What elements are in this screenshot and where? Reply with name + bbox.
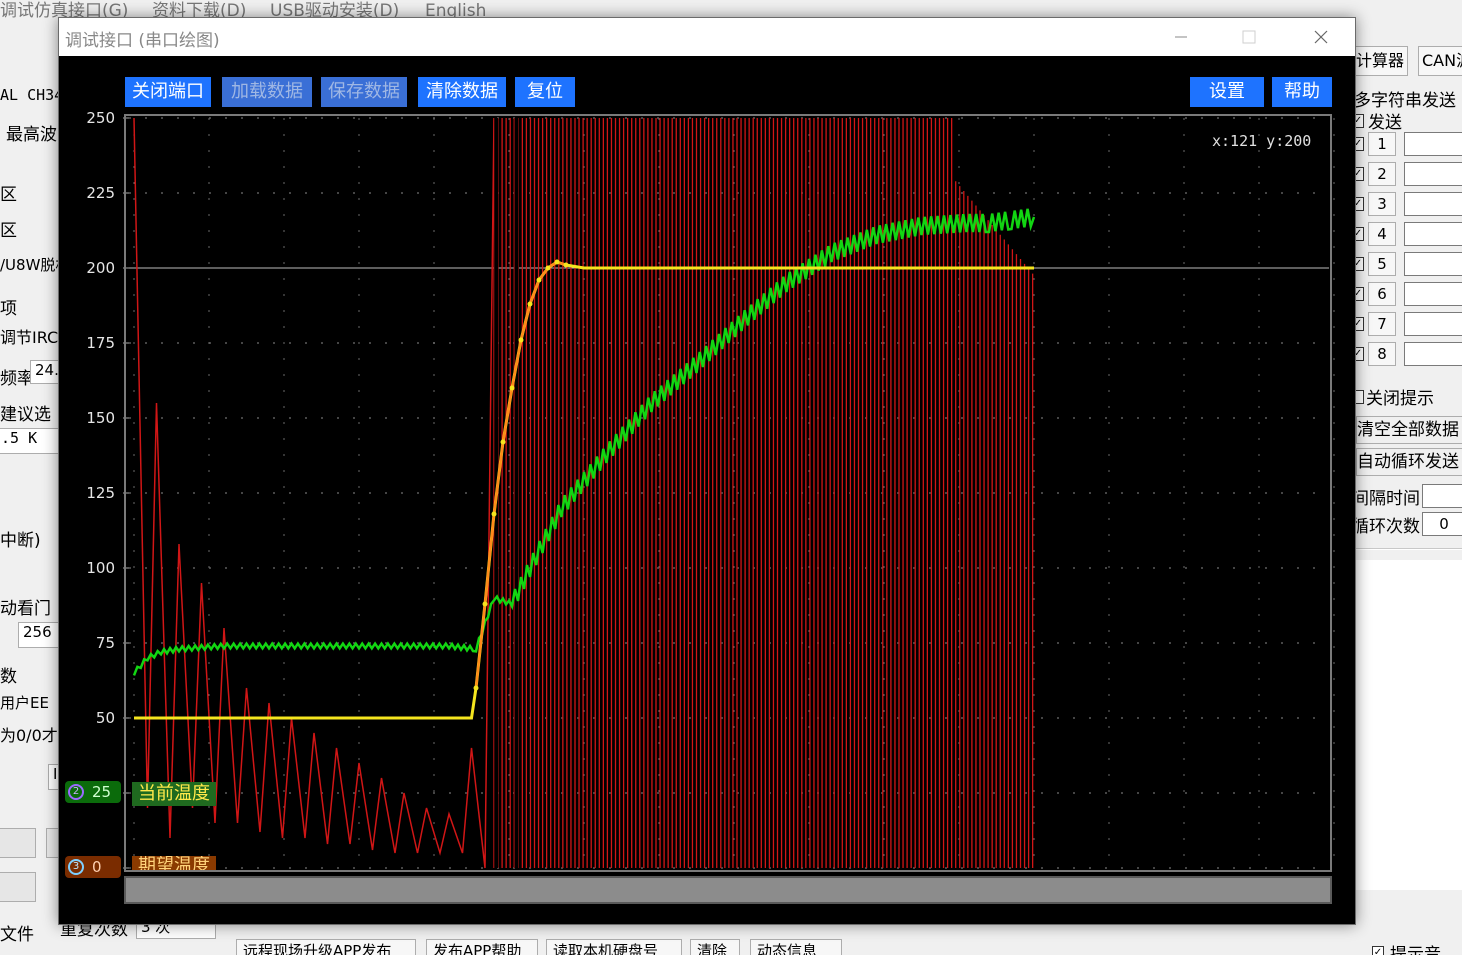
row-checkbox[interactable]: ✓: [1356, 167, 1364, 181]
row-send-button[interactable]: 8: [1368, 342, 1396, 366]
send-checkbox[interactable]: ✓: [1356, 114, 1364, 128]
row-text-input[interactable]: [1404, 192, 1462, 216]
freq-label: 频率: [0, 369, 34, 389]
row-text-input[interactable]: [1404, 222, 1462, 246]
row-checkbox[interactable]: ✓: [1356, 197, 1364, 211]
marker-ch2[interactable]: 2 25: [65, 781, 121, 803]
ch3-icon: 3: [68, 859, 84, 875]
offline-label: /U8W脱机: [0, 256, 60, 274]
param-label: 数: [0, 667, 17, 687]
series-label-target-temp[interactable]: 期望温度: [132, 856, 216, 870]
plot-horizontal-scrollbar[interactable]: [124, 876, 1332, 904]
left-panel: AL CH34 最高波 区 区 /U8W脱机 项 调节IRC频 频率 24. 建…: [0, 20, 60, 955]
clock-value-box[interactable]: .5 K: [0, 428, 60, 454]
marker-ch2-value: 25: [92, 783, 112, 801]
loop-count-label: 循环次数: [1356, 517, 1420, 537]
watchdog-label: 动看门: [0, 599, 51, 619]
left-button-a[interactable]: [0, 828, 36, 858]
file-label: 文件: [0, 925, 34, 945]
auto-loop-button[interactable]: 自动循环发送: [1356, 448, 1462, 476]
send-label: 发送: [1368, 113, 1402, 133]
row-checkbox[interactable]: ✓: [1356, 317, 1364, 331]
clear-all-button[interactable]: 清空全部数据: [1356, 416, 1462, 444]
white-area: [1356, 560, 1462, 890]
area-label-b: 区: [0, 221, 17, 241]
row-checkbox[interactable]: ✓: [1356, 257, 1364, 271]
loop-count-input[interactable]: 0: [1422, 512, 1462, 536]
left-button-c[interactable]: [0, 872, 36, 902]
publish-help-button[interactable]: 发布APP帮助: [426, 939, 538, 955]
row-send-button[interactable]: 3: [1368, 192, 1396, 216]
remote-upgrade-button[interactable]: 远程现场升级APP发布: [236, 939, 416, 955]
ch2-icon: 2: [68, 784, 84, 800]
row-text-input[interactable]: [1404, 342, 1462, 366]
row-checkbox[interactable]: ✓: [1356, 287, 1364, 301]
options-label: 项: [0, 299, 17, 319]
plot-frame: [124, 114, 1332, 872]
row-checkbox[interactable]: ✓: [1356, 347, 1364, 361]
row-send-button[interactable]: 5: [1368, 252, 1396, 276]
zero-label: 为0/0才: [0, 726, 58, 745]
user-eeprom-label: 用户EE: [0, 694, 49, 712]
max-baud-label: 最高波: [6, 125, 57, 145]
divider: [1356, 548, 1462, 550]
series-label-current-temp[interactable]: 当前温度: [132, 782, 216, 806]
serial-plot-window: 调试接口 (串口绘图) 关闭端口 加载数据 保存数据 清除数据 复位 设置 帮助…: [58, 17, 1356, 925]
marker-ch3-value: 0: [92, 858, 102, 876]
tab-can[interactable]: CAN波: [1418, 46, 1462, 76]
close-tip-checkbox[interactable]: [1356, 390, 1364, 404]
interval-label: 间隔时间: [1356, 489, 1420, 509]
row-text-input[interactable]: [1404, 252, 1462, 276]
row-send-button[interactable]: 7: [1368, 312, 1396, 336]
marker-ch3[interactable]: 3 0: [65, 856, 121, 878]
bottom-strip: 重复次数 3 次 远程现场升级APP发布 发布APP帮助 读取本机硬盘号 清除 …: [60, 915, 1356, 955]
row-checkbox[interactable]: ✓: [1356, 227, 1364, 241]
row-checkbox[interactable]: ✓: [1356, 137, 1364, 151]
dynamic-info-button[interactable]: 动态信息: [750, 939, 842, 955]
interval-input[interactable]: [1422, 484, 1462, 508]
prompt-sound-label: 提示音: [1390, 945, 1441, 955]
row-send-button[interactable]: 1: [1368, 132, 1396, 156]
row-send-button[interactable]: 6: [1368, 282, 1396, 306]
row-text-input[interactable]: [1404, 132, 1462, 156]
close-tip-label: 关闭提示: [1366, 389, 1434, 409]
suggest-label: 建议选: [0, 405, 51, 425]
chip-label: AL CH34: [0, 86, 60, 104]
interrupt-label: 中断): [0, 531, 41, 551]
row-text-input[interactable]: [1404, 282, 1462, 306]
read-disk-id-button[interactable]: 读取本机硬盘号: [546, 939, 682, 955]
prompt-sound-checkbox[interactable]: ✓: [1372, 946, 1384, 955]
irc-label: 调节IRC频: [0, 328, 60, 347]
row-send-button[interactable]: 2: [1368, 162, 1396, 186]
area-label-a: 区: [0, 185, 17, 205]
freq-input[interactable]: 24.: [30, 360, 60, 384]
cursor-coordinate-readout: x:121 y:200: [1212, 132, 1312, 150]
row-text-input[interactable]: [1404, 312, 1462, 336]
row-text-input[interactable]: [1404, 162, 1462, 186]
tab-calculator[interactable]: 计算器: [1356, 46, 1409, 76]
row-send-button[interactable]: 4: [1368, 222, 1396, 246]
clear-button[interactable]: 清除: [690, 939, 740, 955]
right-panel: 计算器 CAN波 多字符串发送 ✓ 发送 ✓1 ✓2 ✓3 ✓4 ✓5 ✓6 ✓…: [1356, 20, 1462, 955]
count-input[interactable]: 256: [18, 622, 60, 648]
